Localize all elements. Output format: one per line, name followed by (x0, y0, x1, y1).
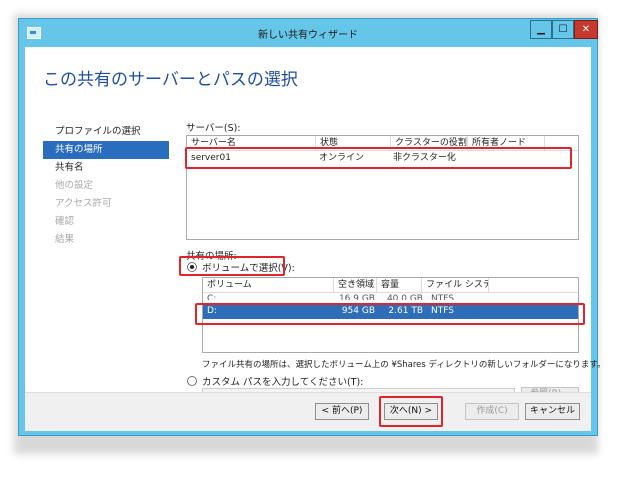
share-location-note: ファイル共有の場所は、選択したボリューム上の ¥Shares ディレクトリの新し… (202, 360, 606, 370)
nav-item-share-location[interactable]: 共有の場所 (43, 141, 169, 159)
nav-item-confirm: 確認 (55, 216, 75, 227)
wizard-client-area: この共有のサーバーとパスの選択 プロファイルの選択 共有の場所 共有名 他の設定… (25, 47, 606, 431)
minimize-icon: ▁ (537, 24, 545, 35)
nav-item-permissions: アクセス許可 (55, 198, 112, 209)
title-bar[interactable]: 新しい共有ウィザード ▁ ☐ ✕ (19, 19, 598, 47)
nav-item-other-settings: 他の設定 (55, 180, 94, 191)
volume-free-cell: 16.9 GB (338, 294, 375, 300)
wizard-steps-nav: プロファイルの選択 共有の場所 共有名 他の設定 アクセス許可 確認 結果 (43, 123, 169, 249)
volume-name-cell: C: (207, 294, 217, 300)
wizard-window: 新しい共有ウィザード ▁ ☐ ✕ この共有のサーバーとパスの選択 プロファイルの… (18, 18, 606, 436)
volume-fs-cell: NTFS (431, 294, 454, 300)
create-button[interactable]: 作成(C) (465, 403, 519, 420)
server-label: サーバー(S): (186, 123, 241, 134)
next-button-highlight (379, 396, 443, 427)
maximize-icon: ☐ (558, 24, 568, 35)
custom-path-radio[interactable] (187, 376, 197, 386)
wizard-footer: < 前へ(P) 次へ(N) > 作成(C) キャンセル (25, 392, 591, 431)
maximize-button[interactable]: ☐ (552, 20, 574, 39)
volume-radio-highlight (179, 256, 285, 276)
nav-item-share-name[interactable]: 共有名 (43, 159, 169, 177)
close-button[interactable]: ✕ (574, 20, 598, 39)
previous-button[interactable]: < 前へ(P) (315, 403, 369, 420)
volume-capacity-cell: 40.0 GB (386, 294, 423, 300)
close-icon: ✕ (581, 24, 591, 35)
nav-item-results: 結果 (55, 234, 75, 245)
nav-item-profile[interactable]: プロファイルの選択 (43, 123, 169, 141)
page-title: この共有のサーバーとパスの選択 (43, 70, 298, 90)
window-title: 新しい共有ウィザード (258, 30, 358, 41)
server-row-highlight (185, 147, 572, 169)
volume-row[interactable]: C: 16.9 GB 40.0 GB NTFS (203, 293, 578, 300)
cancel-button[interactable]: キャンセル (525, 403, 580, 420)
volume-list-header: ボリューム 空き領域 容量 ファイル システム (203, 278, 578, 293)
custom-path-radio-label[interactable]: カスタム パスを入力してください(T): (202, 374, 363, 388)
column-free-space[interactable]: 空き領域 (334, 278, 377, 292)
column-capacity[interactable]: 容量 (377, 278, 422, 292)
volume-row-highlight (195, 303, 585, 325)
minimize-button[interactable]: ▁ (530, 20, 552, 39)
column-volume[interactable]: ボリューム (203, 278, 334, 292)
column-file-system[interactable]: ファイル システム (422, 278, 489, 292)
